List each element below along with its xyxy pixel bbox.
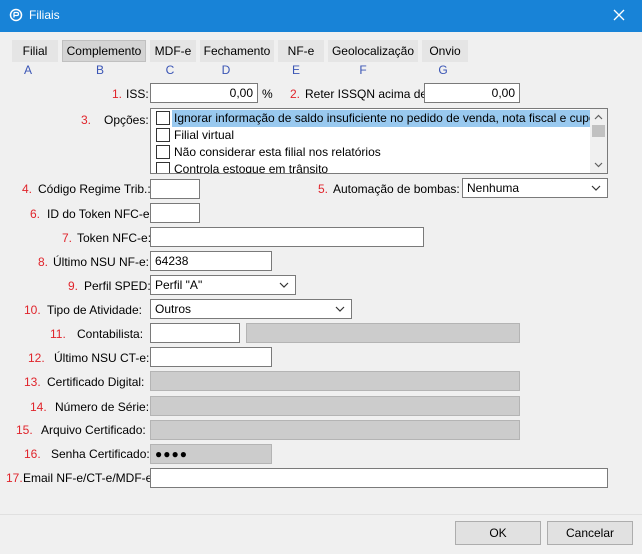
numero-serie-label: Número de Série: [55, 400, 150, 414]
window-title: Filiais [29, 8, 60, 22]
tab-complemento[interactable]: Complemento [62, 40, 146, 62]
tab-mdfe[interactable]: MDF-e [150, 40, 196, 62]
opcoes-scrollbar[interactable] [590, 109, 607, 173]
reter-issqn-input[interactable]: 0,00 [424, 83, 520, 103]
field-number: 13. [24, 375, 41, 389]
id-token-input[interactable] [150, 203, 200, 223]
perfil-sped-label: Perfil SPED: [84, 279, 151, 293]
tab-marker-f: F [359, 63, 367, 77]
opcoes-item-label: Filial virtual [174, 128, 235, 142]
opcoes-item-label: Não considerar esta filial nos relatório… [174, 145, 381, 159]
field-number: 14. [30, 400, 47, 414]
tab-marker-c: C [165, 63, 175, 77]
app-logo-icon [9, 8, 23, 22]
chevron-up-icon[interactable] [590, 110, 607, 124]
ultimo-nsu-nfe-input[interactable]: 64238 [150, 251, 272, 271]
field-number: 4. [22, 182, 33, 196]
tipo-atividade-label: Tipo de Atividade: [47, 303, 142, 317]
field-number: 10. [24, 303, 41, 317]
field-number: 3. [81, 113, 92, 127]
scroll-thumb[interactable] [592, 125, 605, 137]
title-bar: Filiais [0, 0, 642, 32]
checkbox[interactable] [156, 162, 170, 173]
tab-marker-a: A [23, 63, 32, 77]
chevron-down-icon [335, 306, 345, 312]
tab-filial[interactable]: Filial [12, 40, 58, 62]
ok-button[interactable]: OK [455, 521, 541, 545]
checkbox[interactable] [156, 145, 170, 159]
tab-fechamento[interactable]: Fechamento [200, 40, 274, 62]
arquivo-cert-field [150, 420, 520, 440]
ultimo-nsu-cte-label: Último NSU CT-e: [54, 351, 150, 365]
perfil-sped-value: Perfil "A" [155, 278, 203, 292]
field-number: 9. [68, 279, 79, 293]
chevron-down-icon [279, 282, 289, 288]
opcoes-item-label: Controla estoque em trânsito [174, 162, 329, 174]
cancel-button[interactable]: Cancelar [547, 521, 633, 545]
field-number: 7. [62, 231, 73, 245]
field-number: 11. [50, 327, 66, 341]
iss-input[interactable]: 0,00 [150, 83, 258, 103]
checkbox[interactable] [156, 111, 170, 125]
numero-serie-field [150, 396, 520, 416]
contabilista-label: Contabilista: [77, 327, 144, 341]
email-label: Email NF-e/CT-e/MDF-e: [23, 471, 156, 485]
close-icon [613, 9, 625, 21]
ultimo-nsu-nfe-label: Último NSU NF-e: [53, 255, 150, 269]
opcoes-item-ignorar-saldo[interactable]: Ignorar informação de saldo insuficiente… [154, 110, 606, 127]
token-nfce-label: Token NFC-e: [77, 231, 152, 245]
iss-unit: % [262, 87, 273, 101]
tab-geolocalizacao[interactable]: Geolocalização [328, 40, 418, 62]
contabilista-name-field [246, 323, 520, 343]
iss-label: ISS: [126, 87, 149, 101]
tab-nfe[interactable]: NF-e [278, 40, 324, 62]
contabilista-code-input[interactable] [150, 323, 240, 343]
field-number: 15. [16, 423, 33, 437]
automacao-select[interactable]: Nenhuma [462, 178, 608, 198]
tab-marker-b: B [95, 63, 104, 77]
field-number: 6. [30, 207, 41, 221]
field-number: 16. [24, 447, 41, 461]
perfil-sped-select[interactable]: Perfil "A" [150, 275, 296, 295]
opcoes-label: Opções: [104, 113, 149, 127]
ultimo-nsu-cte-input[interactable] [150, 347, 272, 367]
email-input[interactable] [150, 468, 608, 488]
tipo-atividade-value: Outros [155, 302, 192, 316]
field-number: 5. [318, 182, 329, 196]
automacao-label: Automação de bombas: [333, 182, 460, 196]
tab-marker-d: D [221, 63, 231, 77]
button-bar [0, 514, 642, 554]
opcoes-item-filial-virtual[interactable]: Filial virtual [154, 127, 590, 144]
certificado-field [150, 371, 520, 391]
chevron-down-icon [591, 185, 601, 191]
codigo-regime-input[interactable] [150, 179, 200, 199]
id-token-label: ID do Token NFC-e: [47, 207, 153, 221]
opcoes-item-nao-considerar[interactable]: Não considerar esta filial nos relatório… [154, 144, 590, 161]
reter-issqn-label: Reter ISSQN acima de: [305, 87, 431, 101]
opcoes-item-estoque-transito[interactable]: Controla estoque em trânsito [154, 161, 590, 174]
field-number: 2. [290, 87, 301, 101]
codigo-regime-label: Código Regime Trib.: [38, 182, 151, 196]
senha-cert-label: Senha Certificado: [51, 447, 150, 461]
arquivo-cert-label: Arquivo Certificado: [41, 423, 146, 437]
automacao-value: Nenhuma [467, 181, 520, 195]
field-number: 17. [6, 471, 23, 485]
opcoes-listbox[interactable]: Ignorar informação de saldo insuficiente… [150, 108, 608, 174]
tab-onvio[interactable]: Onvio [422, 40, 468, 62]
close-button[interactable] [596, 0, 642, 32]
tab-marker-e: E [291, 63, 300, 77]
token-nfce-input[interactable] [150, 227, 424, 247]
field-number: 12. [28, 351, 45, 365]
checkbox[interactable] [156, 128, 170, 142]
tipo-atividade-select[interactable]: Outros [150, 299, 352, 319]
field-number: 1. [112, 87, 123, 101]
certificado-label: Certificado Digital: [47, 375, 145, 389]
chevron-down-icon[interactable] [590, 158, 607, 172]
field-number: 8. [38, 255, 49, 269]
senha-cert-field: ●●●● [150, 444, 272, 464]
tab-marker-g: G [438, 63, 448, 77]
opcoes-item-label: Ignorar informação de saldo insuficiente… [174, 111, 606, 125]
